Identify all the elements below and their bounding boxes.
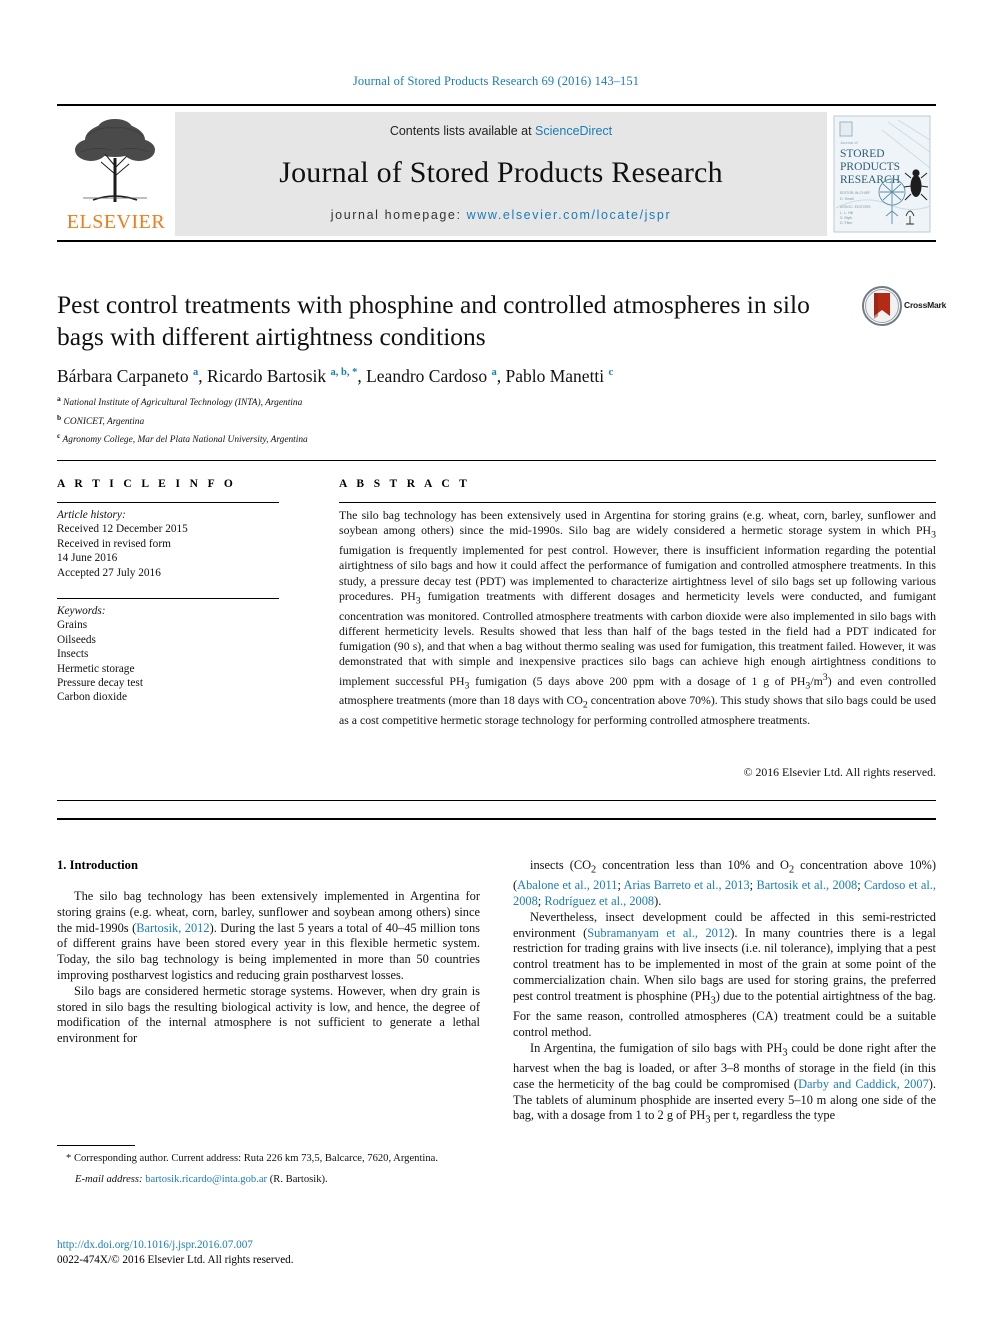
journal-homepage-link[interactable]: www.elsevier.com/locate/jspr	[467, 208, 672, 222]
article-history-item: Accepted 27 July 2016	[57, 566, 161, 579]
affiliation-item: c Agronomy College, Mar del Plata Nation…	[57, 431, 308, 446]
abstract-heading: A B S T R A C T	[339, 478, 471, 490]
abstract-text: The silo bag technology has been extensi…	[339, 508, 937, 727]
issn-copyright-line: 0022-474X/© 2016 Elsevier Ltd. All right…	[57, 1253, 294, 1266]
affiliation-mark: c	[57, 431, 61, 441]
body-left-paragraphs: The silo bag technology has been extensi…	[57, 889, 480, 1047]
article-history-item: Received 12 December 2015	[57, 523, 188, 536]
corresponding-author-note: * Corresponding author. Current address:…	[66, 1153, 438, 1164]
svg-text:EDITOR-IN-CHIEF: EDITOR-IN-CHIEF	[840, 191, 871, 195]
body-paragraph: insects (CO2 concentration less than 10%…	[513, 858, 937, 909]
keywords-label: Keywords:	[57, 605, 106, 617]
keyword-item: Carbon dioxide	[57, 691, 127, 704]
elsevier-wordmark: ELSEVIER	[66, 211, 166, 233]
keyword-item: Grains	[57, 619, 88, 632]
svg-text:Journal of: Journal of	[840, 140, 858, 145]
crossmark-badge[interactable]: CrossMark	[862, 286, 946, 330]
body-column-left: 1. Introduction The silo bag technology …	[57, 858, 480, 1047]
affiliation-item: b CONICET, Argentina	[57, 412, 145, 427]
elsevier-logo: ELSEVIER	[57, 112, 175, 236]
citation-link[interactable]: Subramanyam et al., 2012	[587, 926, 730, 940]
svg-text:PRODUCTS: PRODUCTS	[840, 161, 900, 173]
body-top-divider	[57, 818, 936, 820]
svg-text:D. Small: D. Small	[840, 197, 854, 201]
paper-page: Journal of Stored Products Research 69 (…	[0, 0, 992, 1323]
author-list: Bárbara Carpaneto a, Ricardo Bartosik a,…	[57, 365, 614, 386]
elsevier-tree-icon	[75, 119, 155, 202]
svg-text:ASSOC. EDITORS: ASSOC. EDITORS	[840, 205, 871, 209]
citation-link[interactable]: Darby and Caddick, 2007	[798, 1077, 929, 1091]
citation-link[interactable]: Bartosik, 2012	[136, 921, 209, 935]
affiliation-item: a National Institute of Agricultural Tec…	[57, 394, 303, 409]
article-history-label: Article history:	[57, 509, 126, 521]
affiliation-list: a National Institute of Agricultural Tec…	[57, 392, 657, 448]
doi-block: http://dx.doi.org/10.1016/j.jspr.2016.07…	[57, 1238, 480, 1267]
doi-link[interactable]: http://dx.doi.org/10.1016/j.jspr.2016.07…	[57, 1238, 480, 1253]
info-divider	[57, 502, 279, 503]
sciencedirect-link[interactable]: ScienceDirect	[535, 124, 612, 138]
email-link[interactable]: bartosik.ricardo@inta.gob.ar	[145, 1174, 267, 1185]
body-paragraph: Silo bags are considered hermetic storag…	[57, 983, 480, 1046]
body-paragraph: In Argentina, the fumigation of silo bag…	[513, 1040, 936, 1126]
contents-prefix: Contents lists available at	[389, 124, 536, 138]
email-note: E-mail address: bartosik.ricardo@inta.go…	[57, 1173, 480, 1187]
citation-link[interactable]: Rodríguez et al., 2008	[544, 894, 654, 908]
citation-link[interactable]: Bartosik et al., 2008	[756, 878, 857, 892]
journal-title: Journal of Stored Products Research	[279, 156, 723, 189]
affiliation-mark: b	[57, 412, 62, 422]
footnote-divider	[57, 1145, 135, 1146]
affiliation-mark: a	[57, 394, 61, 403]
masthead-center: Contents lists available at ScienceDirec…	[175, 112, 827, 236]
svg-text:RESEARCH: RESEARCH	[840, 174, 900, 186]
keywords-block: Keywords: Grains Oilseeds Insects Hermetic s…	[57, 604, 279, 705]
svg-text:D. Flinn: D. Flinn	[840, 221, 852, 225]
email-label: E-mail address:	[75, 1174, 143, 1186]
body-right-paragraphs: insects (CO2 concentration less than 10%…	[513, 858, 936, 1129]
body-column-right: insects (CO2 concentration less than 10%…	[513, 858, 936, 1129]
body-paragraph: Nevertheless, insect development could b…	[513, 909, 937, 1039]
footnote-block: * Corresponding author. Current address:…	[57, 1152, 480, 1187]
email-owner: (R. Bartosik).	[269, 1174, 328, 1186]
homepage-prefix: journal homepage:	[330, 208, 467, 222]
journal-cover-thumbnail: Journal of STORED PRODUCTS RESEARCH EDIT…	[827, 112, 936, 236]
keyword-item: Hermetic storage	[57, 662, 135, 675]
article-history: Article history: Received 12 December 201…	[57, 508, 279, 580]
article-info-heading: A R T I C L E I N F O	[57, 478, 237, 490]
citation-link[interactable]: Abalone et al., 2011	[517, 878, 617, 892]
abstract-top-divider	[57, 460, 936, 461]
keywords-divider	[57, 598, 279, 599]
crossmark-label: CrossMark	[904, 300, 947, 310]
citation-link[interactable]: Arias Barreto et al., 2013	[624, 878, 750, 892]
abstract-copyright: © 2016 Elsevier Ltd. All rights reserved…	[743, 765, 936, 779]
crossmark-icon	[862, 286, 902, 326]
section-heading-introduction: 1. Introduction	[57, 858, 138, 872]
article-history-item: Received in revised form	[57, 537, 171, 550]
journal-homepage-line: journal homepage: www.elsevier.com/locat…	[175, 208, 827, 222]
title-divider	[57, 240, 936, 242]
keyword-item: Oilseeds	[57, 633, 96, 646]
svg-text:S. Blyth: S. Blyth	[840, 216, 852, 220]
cover-artwork: Journal of STORED PRODUCTS RESEARCH EDIT…	[833, 115, 931, 233]
article-history-item: 14 June 2016	[57, 552, 118, 565]
journal-masthead: ELSEVIER Contents lists available at Sci…	[57, 104, 936, 236]
abstract-bottom-divider	[57, 800, 936, 801]
body-paragraph: The silo bag technology has been extensi…	[57, 889, 481, 982]
contents-line: Contents lists available at ScienceDirec…	[175, 124, 827, 138]
svg-text:STORED: STORED	[840, 148, 885, 160]
abstract-divider	[339, 502, 936, 503]
svg-text:L. L. Hill: L. L. Hill	[840, 211, 853, 215]
keyword-item: Pressure decay test	[57, 677, 143, 690]
page-title: Pest control treatments with phosphine a…	[57, 290, 810, 351]
running-head: Journal of Stored Products Research 69 (…	[352, 74, 640, 88]
keyword-item: Insects	[57, 648, 89, 661]
